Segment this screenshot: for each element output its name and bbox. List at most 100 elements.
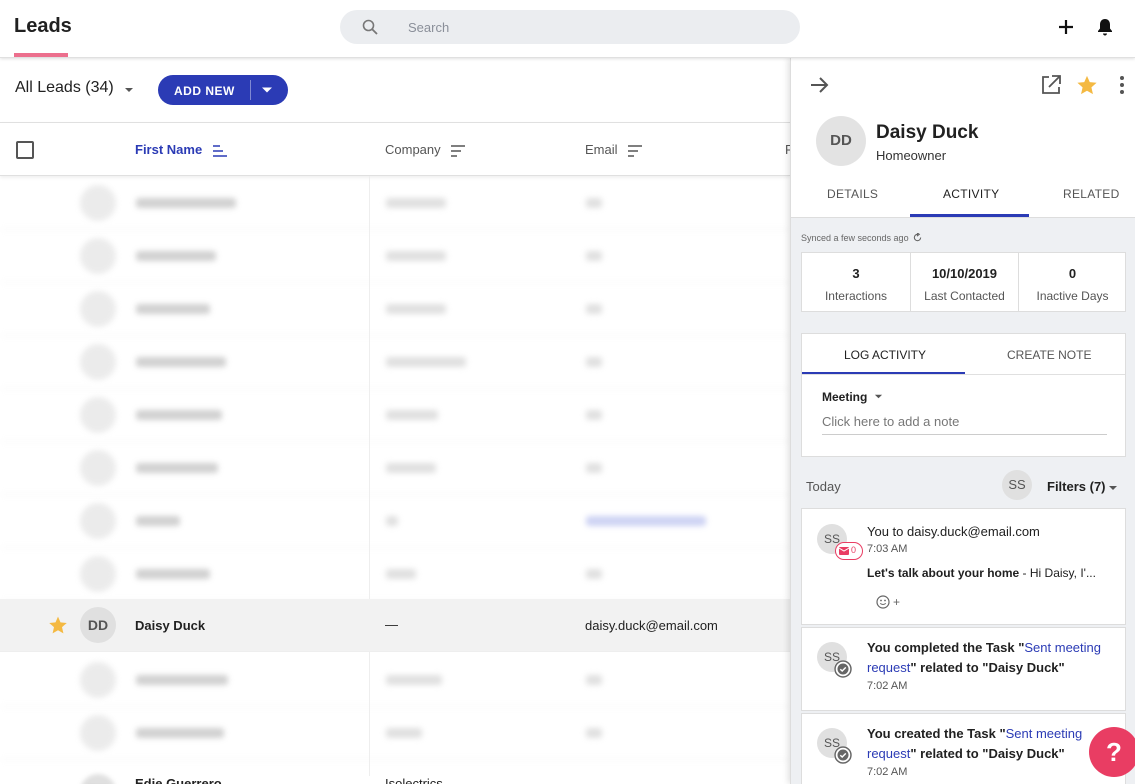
- table-row[interactable]: [0, 283, 790, 336]
- redacted-name: [136, 516, 180, 526]
- avatar: [80, 397, 116, 433]
- table-row[interactable]: [0, 336, 790, 389]
- lead-first-name[interactable]: Daisy Duck: [135, 618, 205, 633]
- table-row[interactable]: [0, 177, 790, 230]
- check-circle-icon: [834, 746, 852, 764]
- email-open-count: 0: [851, 545, 857, 555]
- column-first-name[interactable]: First Name: [135, 142, 228, 157]
- redacted-email: [586, 357, 602, 367]
- open-external-icon[interactable]: [1040, 74, 1062, 96]
- table-row[interactable]: [0, 548, 790, 601]
- sync-status: Synced a few seconds ago: [801, 231, 922, 243]
- tab-related[interactable]: RELATED: [1063, 187, 1120, 201]
- stat-last-contacted: 10/10/2019 Last Contacted: [910, 253, 1018, 311]
- table-row-selected[interactable]: DD Daisy Duck — daisy.duck@email.com: [0, 599, 790, 652]
- activity-type-label: Meeting: [822, 390, 868, 404]
- email-preview: - Hi Daisy, I'...: [1019, 566, 1096, 580]
- note-input[interactable]: Click here to add a note: [822, 414, 959, 429]
- active-tab-indicator: [910, 214, 1029, 217]
- view-selector[interactable]: All Leads (34): [15, 79, 114, 97]
- add-reaction-button[interactable]: +: [876, 595, 900, 609]
- table-row[interactable]: [0, 230, 790, 283]
- timeline-day-label: Today: [806, 479, 841, 494]
- timeline-time: 7:02 AM: [867, 680, 908, 692]
- input-underline: [822, 434, 1107, 435]
- redacted-email: [586, 516, 706, 526]
- timeline-item-email[interactable]: SS 0 You to daisy.duck@email.com 7:03 AM…: [801, 508, 1126, 625]
- avatar: EG: [80, 774, 116, 784]
- lead-name: Daisy Duck: [876, 122, 979, 143]
- redacted-name: [136, 463, 218, 473]
- search-input[interactable]: Search: [408, 20, 449, 35]
- sync-text: Synced a few seconds ago: [801, 233, 909, 243]
- bell-icon[interactable]: [1095, 17, 1115, 37]
- table-row[interactable]: EG Edie Guerrero Isolectrics: [0, 760, 790, 784]
- title-underline: [14, 53, 68, 57]
- stat-label: Inactive Days: [1036, 289, 1109, 303]
- caret-down-icon: [874, 394, 882, 399]
- user-filter-chip[interactable]: SS: [1002, 470, 1032, 500]
- add-new-button[interactable]: ADD NEW: [158, 75, 288, 105]
- help-button[interactable]: ?: [1089, 727, 1135, 777]
- table-row[interactable]: [0, 707, 790, 760]
- star-icon[interactable]: [48, 615, 68, 635]
- more-vertical-icon[interactable]: [1111, 74, 1133, 96]
- email-badge: 0: [835, 542, 863, 560]
- redacted-company: [386, 569, 416, 579]
- plus-icon[interactable]: [1056, 17, 1076, 37]
- sort-icon: [628, 144, 643, 157]
- redacted-company: [386, 304, 446, 314]
- avatar: [80, 344, 116, 380]
- tab-details[interactable]: DETAILS: [827, 187, 878, 201]
- redacted-name: [136, 198, 236, 208]
- activity-type-select[interactable]: Meeting: [822, 390, 883, 404]
- table-row[interactable]: [0, 654, 790, 707]
- lead-role: Homeowner: [876, 148, 947, 163]
- log-activity-card: LOG ACTIVITY CREATE NOTE Meeting Click h…: [801, 333, 1126, 457]
- table-row[interactable]: [0, 495, 790, 548]
- tab-log-activity[interactable]: LOG ACTIVITY: [844, 348, 926, 362]
- lead-email[interactable]: daisy.duck@email.com: [585, 618, 718, 633]
- column-email[interactable]: Email: [585, 142, 643, 157]
- lead-first-name[interactable]: Edie Guerrero: [135, 776, 222, 784]
- lead-company: Isolectrics: [385, 776, 443, 784]
- caret-down-icon[interactable]: [124, 85, 134, 95]
- check-circle-icon: [834, 660, 852, 678]
- tab-activity[interactable]: ACTIVITY: [943, 187, 999, 201]
- filters-button[interactable]: Filters (7): [1047, 479, 1106, 494]
- search-icon: [362, 19, 378, 35]
- task-suffix: " related to "Daisy Duck": [910, 660, 1065, 675]
- timeline-item-task-created[interactable]: SS You created the Task "Sent meeting re…: [801, 713, 1126, 784]
- avatar: [80, 715, 116, 751]
- stat-value: 3: [852, 266, 860, 281]
- star-icon[interactable]: [1076, 74, 1098, 96]
- redacted-name: [136, 675, 228, 685]
- avatar: [80, 291, 116, 327]
- tab-create-note[interactable]: CREATE NOTE: [1007, 348, 1091, 362]
- avatar: [80, 450, 116, 486]
- email-subject: Let's talk about your home: [867, 566, 1020, 580]
- panel-header: DD Daisy Duck Homeowner DETAILS ACTIVITY…: [791, 58, 1135, 218]
- table-row[interactable]: [0, 389, 790, 442]
- timeline-text: You created the Task "Sent meeting reque…: [867, 724, 1117, 764]
- add-new-label: ADD NEW: [174, 84, 235, 98]
- column-company[interactable]: Company: [385, 142, 466, 157]
- redacted-name: [136, 410, 222, 420]
- stat-label: Interactions: [824, 289, 888, 303]
- avatar: [80, 503, 116, 539]
- email-subject-line[interactable]: Let's talk about your home - Hi Daisy, I…: [867, 563, 1096, 583]
- column-label: Company: [385, 142, 441, 157]
- redacted-name: [136, 251, 216, 261]
- timeline-item-task-completed[interactable]: SS You completed the Task "Sent meeting …: [801, 627, 1126, 711]
- task-prefix: You completed the Task ": [867, 640, 1025, 655]
- caret-down-icon[interactable]: [1108, 483, 1118, 493]
- table-row[interactable]: [0, 442, 790, 495]
- button-divider: [250, 80, 251, 100]
- arrow-right-icon[interactable]: [808, 74, 830, 96]
- add-new-dropdown-icon[interactable]: [260, 83, 274, 97]
- timeline-time: 7:02 AM: [867, 766, 908, 778]
- timeline-text: You completed the Task "Sent meeting req…: [867, 638, 1117, 678]
- divider: [802, 374, 1125, 375]
- select-all-checkbox[interactable]: [16, 141, 34, 159]
- search-bar[interactable]: Search: [340, 10, 800, 44]
